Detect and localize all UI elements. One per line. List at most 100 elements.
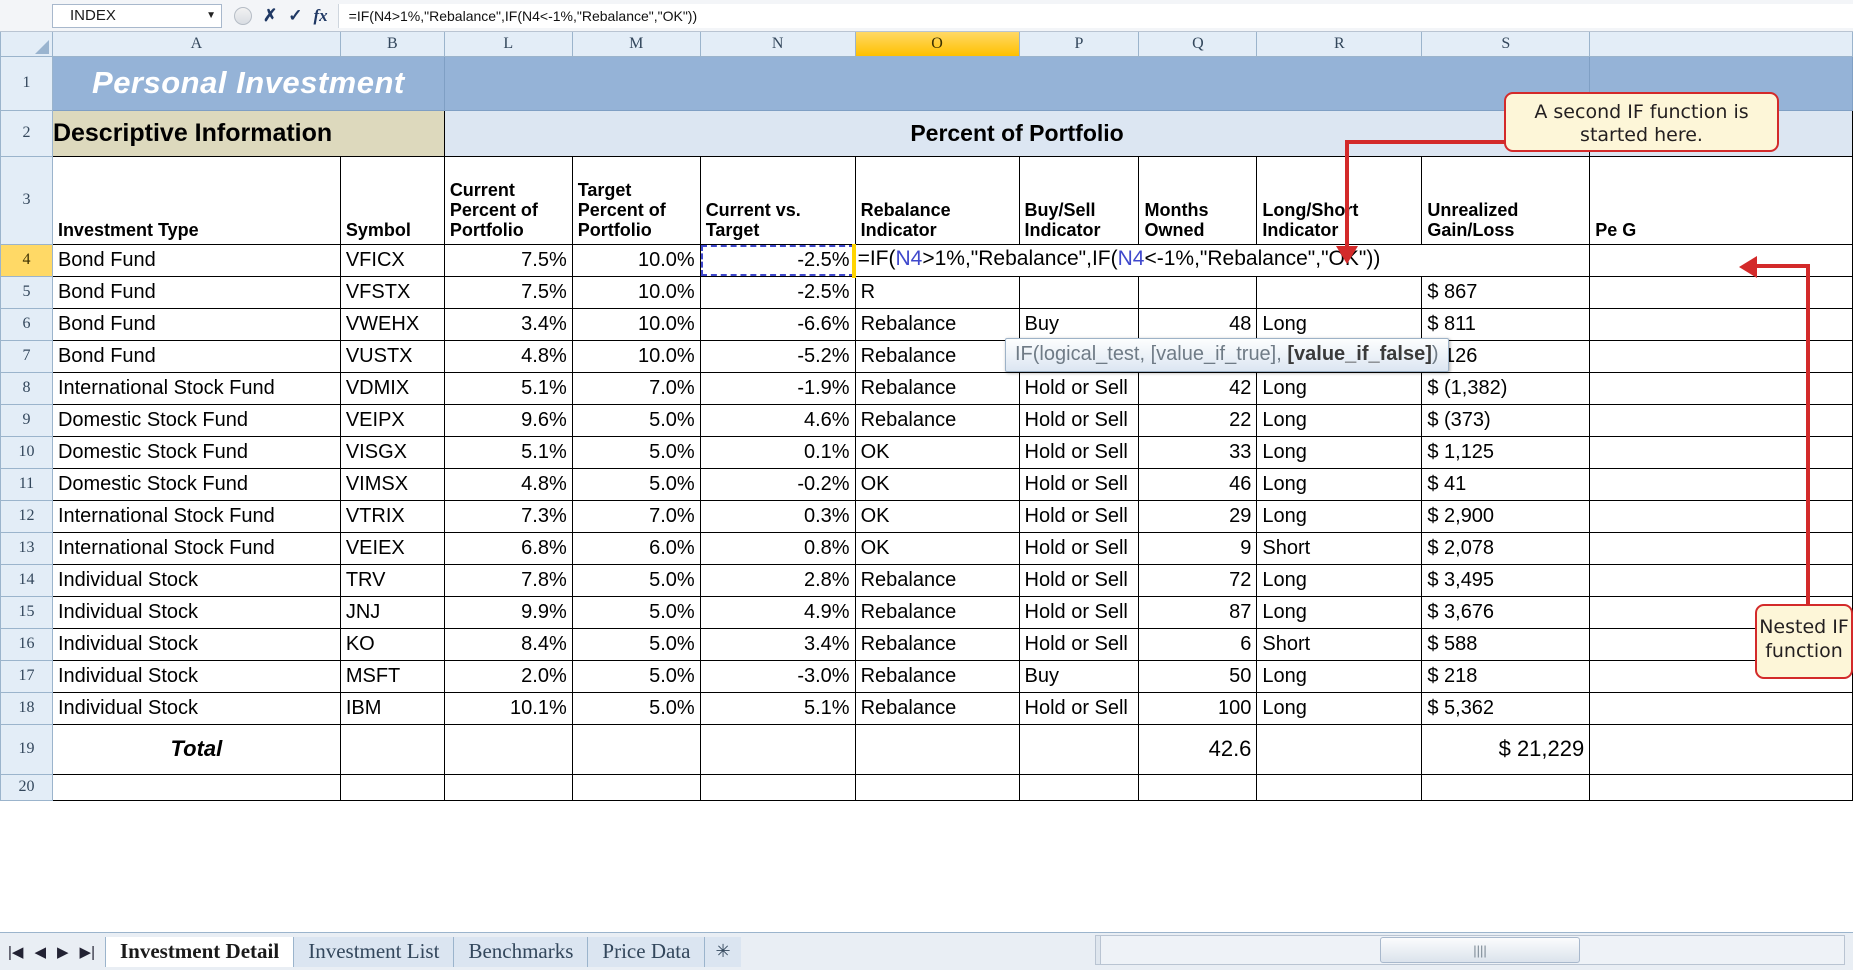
cell-n11[interactable]: -0.2% <box>699 467 856 501</box>
cell-m16[interactable]: 5.0% <box>571 627 701 661</box>
row-header-16[interactable]: 16 <box>0 627 53 661</box>
column-header-m[interactable]: M <box>571 32 701 57</box>
row-header-11[interactable]: 11 <box>0 467 53 501</box>
cell-a9[interactable]: Domestic Stock Fund <box>51 403 341 437</box>
last-sheet-icon[interactable]: ▶| <box>80 943 95 961</box>
cell-a12[interactable]: International Stock Fund <box>51 499 341 533</box>
cell-a14[interactable]: Individual Stock <box>51 563 341 597</box>
cell-o18[interactable]: Rebalance <box>854 691 1020 725</box>
cell-o14[interactable]: Rebalance <box>854 563 1020 597</box>
row-header-18[interactable]: 18 <box>0 691 53 725</box>
cell-n14[interactable]: 2.8% <box>699 563 856 597</box>
cell-q5[interactable] <box>1138 275 1258 309</box>
cell-m19[interactable] <box>571 723 701 775</box>
row-header-12[interactable]: 12 <box>0 499 53 533</box>
cell-next-13[interactable] <box>1589 531 1853 565</box>
row-header-10[interactable]: 10 <box>0 435 53 469</box>
cell-n7[interactable]: -5.2% <box>699 339 856 373</box>
cell-l8[interactable]: 5.1% <box>443 371 573 405</box>
cell-next-8[interactable] <box>1589 371 1853 405</box>
cell-r18[interactable]: Long <box>1256 691 1423 725</box>
cell-q16[interactable]: 6 <box>1138 627 1258 661</box>
column-header-s[interactable]: S <box>1421 32 1591 57</box>
cell-s6[interactable]: $ 811 <box>1421 307 1591 341</box>
cell-o19[interactable] <box>854 723 1020 775</box>
cell-l7[interactable]: 4.8% <box>443 339 573 373</box>
first-sheet-icon[interactable]: |◀ <box>8 943 23 961</box>
cell-r12[interactable]: Long <box>1256 499 1423 533</box>
total-gain[interactable]: $ 21,229 <box>1421 723 1591 775</box>
cell-l20[interactable] <box>443 773 573 801</box>
cell-m11[interactable]: 5.0% <box>571 467 701 501</box>
cell-a20[interactable] <box>51 773 341 801</box>
cell-r20[interactable] <box>1256 773 1423 801</box>
cell-l10[interactable]: 5.1% <box>443 435 573 469</box>
cell-p14[interactable]: Hold or Sell <box>1018 563 1140 597</box>
select-all-corner[interactable] <box>0 32 53 57</box>
cell-n19[interactable] <box>699 723 856 775</box>
horizontal-scrollbar-thumb[interactable]: |||| <box>1380 937 1580 963</box>
cell-o20[interactable] <box>854 773 1020 801</box>
cell-o9[interactable]: Rebalance <box>854 403 1020 437</box>
cell-o7[interactable]: Rebalance <box>854 339 1020 373</box>
cell-p8[interactable]: Hold or Sell <box>1018 371 1140 405</box>
column-header-p[interactable]: P <box>1018 32 1140 57</box>
cell-o16[interactable]: Rebalance <box>854 627 1020 661</box>
cell-o5[interactable]: R <box>854 275 1020 309</box>
cell-a11[interactable]: Domestic Stock Fund <box>51 467 341 501</box>
cell-l6[interactable]: 3.4% <box>443 307 573 341</box>
cell-p9[interactable]: Hold or Sell <box>1018 403 1140 437</box>
cell-b8[interactable]: VDMIX <box>339 371 445 405</box>
cell-m6[interactable]: 10.0% <box>571 307 701 341</box>
row-header-20[interactable]: 20 <box>0 773 53 801</box>
cell-n20[interactable] <box>699 773 856 801</box>
cell-next-5[interactable] <box>1589 275 1853 309</box>
cell-m5[interactable]: 10.0% <box>571 275 701 309</box>
cell-o15[interactable]: Rebalance <box>854 595 1020 629</box>
cell-o11[interactable]: OK <box>854 467 1020 501</box>
cell-next-10[interactable] <box>1589 435 1853 469</box>
cell-l12[interactable]: 7.3% <box>443 499 573 533</box>
cell-p17[interactable]: Buy <box>1018 659 1140 693</box>
cell-b4[interactable]: VFICX <box>339 243 445 277</box>
cell-q18[interactable]: 100 <box>1138 691 1258 725</box>
cell-o17[interactable]: Rebalance <box>854 659 1020 693</box>
row-header-3[interactable]: 3 <box>0 155 53 245</box>
cell-next-20[interactable] <box>1589 773 1853 801</box>
cell-m20[interactable] <box>571 773 701 801</box>
cell-m14[interactable]: 5.0% <box>571 563 701 597</box>
cell-m17[interactable]: 5.0% <box>571 659 701 693</box>
cell-r10[interactable]: Long <box>1256 435 1423 469</box>
column-header-q[interactable]: Q <box>1138 32 1258 57</box>
cell-a4[interactable]: Bond Fund <box>51 243 341 277</box>
column-header-o[interactable]: O <box>854 32 1020 57</box>
cell-m10[interactable]: 5.0% <box>571 435 701 469</box>
column-header-l[interactable]: L <box>443 32 573 57</box>
cell-o6[interactable]: Rebalance <box>854 307 1020 341</box>
cell-b7[interactable]: VUSTX <box>339 339 445 373</box>
sheet-tab-benchmarks[interactable]: Benchmarks <box>453 936 588 967</box>
cell-s15[interactable]: $ 3,676 <box>1421 595 1591 629</box>
cell-q14[interactable]: 72 <box>1138 563 1258 597</box>
cell-r16[interactable]: Short <box>1256 627 1423 661</box>
cell-b17[interactable]: MSFT <box>339 659 445 693</box>
cell-r19[interactable] <box>1256 723 1423 775</box>
cell-r14[interactable]: Long <box>1256 563 1423 597</box>
cell-n4[interactable]: -2.5% <box>699 243 856 277</box>
cell-s20[interactable] <box>1421 773 1591 801</box>
cell-a15[interactable]: Individual Stock <box>51 595 341 629</box>
cell-m15[interactable]: 5.0% <box>571 595 701 629</box>
cell-r8[interactable]: Long <box>1256 371 1423 405</box>
cell-b19[interactable] <box>339 723 445 775</box>
cell-a10[interactable]: Domestic Stock Fund <box>51 435 341 469</box>
cell-q9[interactable]: 22 <box>1138 403 1258 437</box>
name-box[interactable]: INDEX ▼ <box>52 3 222 28</box>
cell-a16[interactable]: Individual Stock <box>51 627 341 661</box>
cell-b11[interactable]: VIMSX <box>339 467 445 501</box>
cell-l11[interactable]: 4.8% <box>443 467 573 501</box>
cell-b6[interactable]: VWEHX <box>339 307 445 341</box>
cell-a5[interactable]: Bond Fund <box>51 275 341 309</box>
cell-s10[interactable]: $ 1,125 <box>1421 435 1591 469</box>
cell-p19[interactable] <box>1018 723 1140 775</box>
cell-q8[interactable]: 42 <box>1138 371 1258 405</box>
